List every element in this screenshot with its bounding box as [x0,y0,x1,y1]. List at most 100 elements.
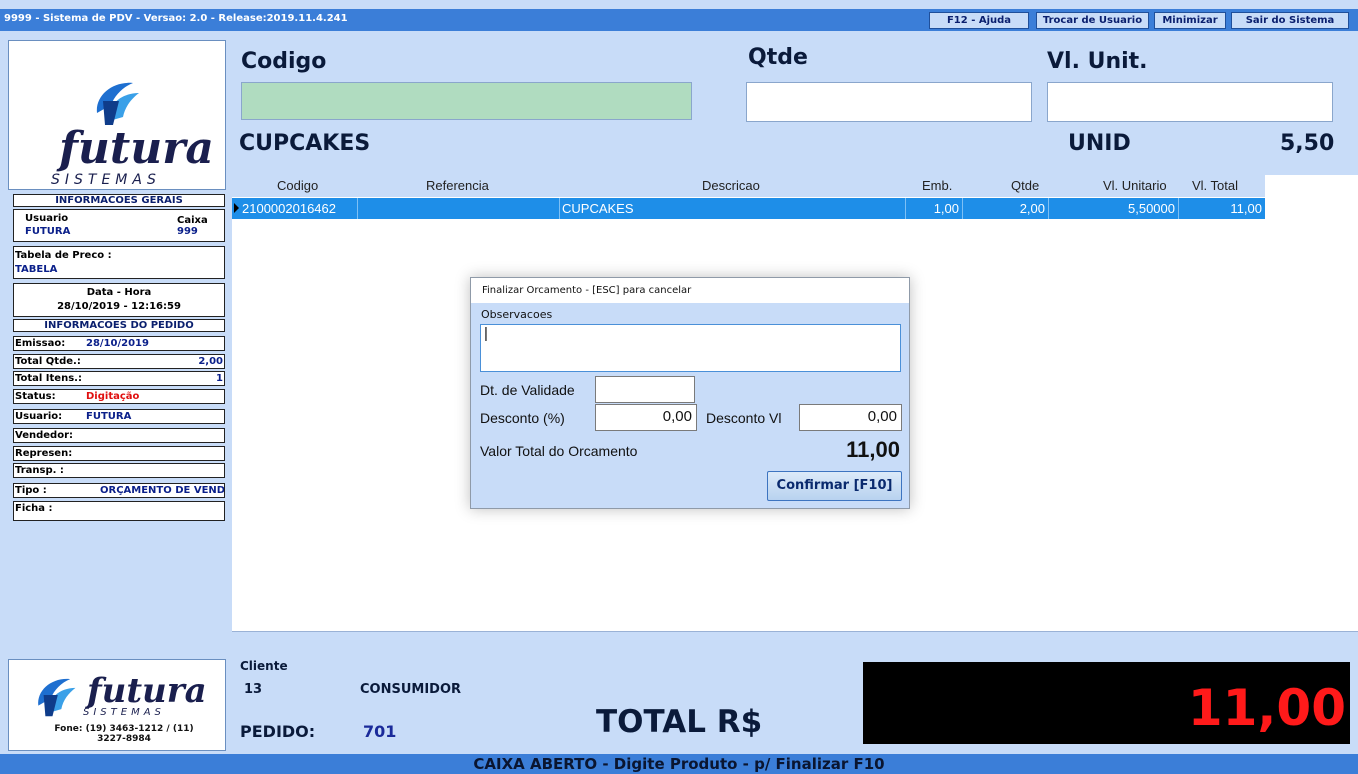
vlunit-input[interactable] [1047,82,1333,122]
datahora-label: Data - Hora [86,287,152,298]
qtde-label: Qtde [748,45,808,70]
brand-sub: SISTEMAS [51,172,161,188]
tabela-label: Tabela de Preco : [15,250,112,261]
emissao-row: Emissao: 28/10/2019 [13,336,225,351]
desconto-vl-input[interactable]: 0,00 [799,404,902,431]
cell-vl-total: 11,00 [1230,201,1262,216]
minimize-button[interactable]: Minimizar [1154,12,1226,29]
col-vl-unitario[interactable]: Vl. Unitario [1103,175,1167,197]
col-qtde[interactable]: Qtde [1011,175,1039,197]
brand-text-small: futura [87,671,207,711]
valor-total-value: 11,00 [846,437,900,462]
cell-codigo: 2100002016462 [240,198,358,219]
vendedor-row: Vendedor: [13,428,225,443]
tabela-value: TABELA [15,264,58,275]
cliente-label: Cliente [240,659,288,673]
info-pedido-header: INFORMACOES DO PEDIDO [13,319,225,332]
finalizar-orcamento-dialog: Finalizar Orcamento - [ESC] para cancela… [470,277,910,509]
dialog-title: Finalizar Orcamento - [ESC] para cancela… [471,278,909,303]
caixa-value: 999 [177,226,198,237]
vendedor-label: Vendedor: [15,430,73,441]
validade-input[interactable] [595,376,695,403]
total-value: 11,00 [1187,679,1346,737]
usuario-value: FUTURA [25,226,71,237]
total-itens-value: 1 [216,373,223,384]
tipo-value: ORÇAMENTO DE VENDAS [100,485,225,496]
futura-logo-icon [96,82,139,125]
tipo-row: Tipo : ORÇAMENTO DE VENDAS [13,483,225,498]
total-qtde-value: 2,00 [198,356,223,367]
product-unit: UNID [1068,131,1131,156]
cliente-name: CONSUMIDOR [360,682,462,697]
switch-user-button[interactable]: Trocar de Usuario [1036,12,1149,29]
cell-vl-unitario: 5,50000 [1049,198,1179,219]
confirm-button[interactable]: Confirmar [F10] [767,471,902,501]
col-emb[interactable]: Emb. [922,175,952,197]
emissao-value: 28/10/2019 [86,338,149,349]
col-vl-total[interactable]: Vl. Total [1192,175,1238,197]
ficha-label: Ficha : [15,503,53,514]
status-value: Digitação [86,391,140,402]
col-referencia[interactable]: Referencia [426,175,489,197]
total-qtde-row: Total Qtde.: 2,00 [13,354,225,369]
logo-bottom: futura SISTEMAS Fone: (19) 3463-1212 / (… [8,659,226,751]
represen-row: Represen: [13,446,225,461]
pedido-value: 701 [363,722,397,741]
emissao-label: Emissao: [15,338,66,349]
usuario-label: Usuario [25,213,69,224]
vlunit-label: Vl. Unit. [1047,49,1148,74]
status-label: Status: [15,391,56,402]
tabela-box: Tabela de Preco : TABELA [13,246,225,279]
cliente-code: 13 [244,682,263,697]
col-codigo[interactable]: Codigo [277,175,318,197]
total-label: TOTAL R$ [596,704,763,740]
pedido-label: PEDIDO: [240,722,316,741]
total-qtde-label: Total Qtde.: [15,356,81,367]
qtde-input[interactable] [746,82,1032,122]
pedido-usuario-value: FUTURA [86,411,132,422]
cell-emb: 1,00 [906,198,963,219]
brand-sub-small: SISTEMAS [83,707,165,718]
observacoes-label: Observacoes [481,308,553,321]
pdv-window: 9999 - Sistema de PDV - Versao: 2.0 - Re… [0,0,1358,774]
total-display: 11,00 [863,662,1350,744]
codigo-input[interactable] [241,82,692,120]
pedido-usuario-label: Usuario: [15,411,63,422]
codigo-label: Codigo [241,49,327,74]
phone-text: Fone: (19) 3463-1212 / (11) 3227-8984 [54,724,194,744]
info-gerais-header: INFORMACOES GERAIS [13,194,225,207]
tipo-label: Tipo : [15,485,47,496]
cell-qtde: 2,00 [963,198,1049,219]
total-itens-label: Total Itens.: [15,373,82,384]
represen-label: Represen: [15,448,73,459]
exit-button[interactable]: Sair do Sistema [1231,12,1349,29]
product-price: 5,50 [1280,131,1335,156]
product-name: CUPCAKES [239,131,371,156]
futura-logo-small-icon [38,678,76,717]
total-itens-row: Total Itens.: 1 [13,371,225,386]
validade-label: Dt. de Validade [480,382,575,398]
usuario-caixa-box: Usuario FUTURA Caixa 999 [13,209,225,242]
left-panel: futura SISTEMAS INFORMACOES GERAIS Usuar… [0,31,232,754]
bottom-panel: Cliente 13 CONSUMIDOR PEDIDO: 701 TOTAL … [232,631,1358,754]
table-row[interactable]: 2100002016462 CUPCAKES 1,00 2,00 5,50000… [232,198,1265,219]
grid-header: Codigo Referencia Descricao Emb. Qtde Vl… [232,175,1265,197]
desconto-pct-input[interactable]: 0,00 [595,404,697,431]
cell-descricao: CUPCAKES [560,198,906,219]
datahora-box: Data - Hora 28/10/2019 - 12:16:59 [13,283,225,317]
status-bar: CAIXA ABERTO - Digite Produto - p/ Final… [0,754,1358,774]
transp-label: Transp. : [15,465,64,476]
product-entry-header: Codigo Qtde Vl. Unit. CUPCAKES UNID 5,50 [232,31,1358,175]
ficha-row: Ficha : [13,501,225,521]
valor-total-label: Valor Total do Orcamento [480,443,638,459]
caixa-label: Caixa [177,215,208,226]
row-pointer-icon [234,203,239,213]
status-row: Status: Digitação [13,389,225,404]
datahora-value: 28/10/2019 - 12:16:59 [57,301,181,312]
col-descricao[interactable]: Descricao [702,175,760,197]
desconto-vl-label: Desconto Vl [706,410,782,426]
usuario-row: Usuario: FUTURA [13,409,225,424]
observacoes-textarea[interactable]: | [480,324,901,372]
help-button[interactable]: F12 - Ajuda [929,12,1029,29]
desconto-pct-label: Desconto (%) [480,410,565,426]
